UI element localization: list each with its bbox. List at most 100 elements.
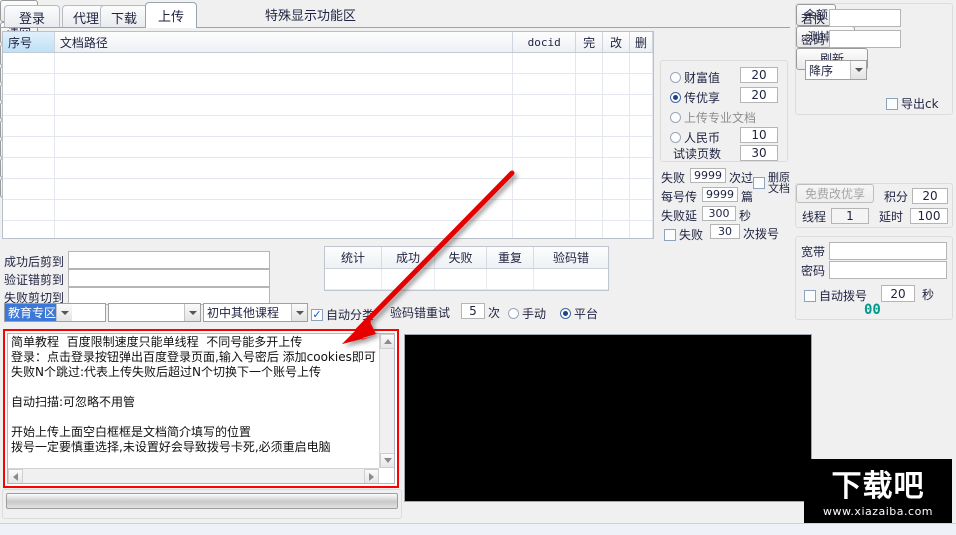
memo-vertical-scrollbar[interactable] bbox=[379, 334, 394, 468]
free-change-youxiang-button[interactable]: 免费改优享 bbox=[796, 184, 874, 203]
table-row[interactable] bbox=[3, 116, 653, 137]
captcha-retry-label: 验码错重试 bbox=[390, 306, 451, 320]
dialup-pass-input[interactable] bbox=[829, 261, 947, 279]
per-account-count-input[interactable]: 9999 bbox=[702, 187, 738, 202]
per-account-suffix: 篇 bbox=[741, 190, 754, 204]
radio-youxiang[interactable]: 传优享 bbox=[670, 89, 720, 106]
application-window: 登录 代理 下载 上传 特殊显示功能区 序号 文档路径 docid 完 改 删 … bbox=[0, 0, 956, 535]
fail-count-input[interactable]: 9999 bbox=[690, 168, 726, 183]
scroll-down-icon[interactable] bbox=[380, 453, 394, 468]
thread-value: 1 bbox=[846, 209, 854, 223]
chevron-down-icon[interactable] bbox=[850, 61, 866, 79]
stats-col-fail[interactable]: 失败 bbox=[435, 247, 487, 268]
fail-delay-input[interactable]: 300 bbox=[702, 206, 736, 221]
preview-pages-input[interactable]: 30 bbox=[740, 145, 778, 161]
tab-download[interactable]: 下载 bbox=[100, 5, 148, 28]
grid-col-path[interactable]: 文档路径 bbox=[55, 32, 514, 52]
auto-dial-box bbox=[804, 289, 816, 302]
stats-table-row[interactable] bbox=[325, 269, 608, 290]
tab-login[interactable]: 登录 bbox=[4, 5, 60, 28]
scroll-left-icon[interactable] bbox=[8, 469, 23, 483]
category-level2-combo[interactable] bbox=[108, 303, 201, 322]
scroll-right-icon[interactable] bbox=[364, 469, 379, 483]
auto-classify-box bbox=[311, 308, 323, 321]
table-row[interactable] bbox=[3, 53, 653, 74]
tutorial-memo-text: 简单教程 百度限制速度只能单线程 不同号能多开上传 登录：点击登录按钮弹出百度登… bbox=[11, 335, 376, 483]
radio-manual-dot bbox=[508, 308, 519, 319]
points-group: 免费改优享 积分 20 线程 1 延时 100 bbox=[795, 183, 953, 228]
log-console[interactable] bbox=[404, 334, 812, 502]
delete-original-checkbox[interactable]: 删原文档 bbox=[753, 172, 798, 194]
auto-dial-input[interactable]: 20 bbox=[881, 285, 915, 302]
grid-col-delete[interactable]: 删 bbox=[630, 32, 653, 52]
table-row[interactable] bbox=[3, 179, 653, 200]
fail-dial-checkbox[interactable]: 失败 bbox=[664, 226, 703, 243]
sort-order-combo[interactable]: 降序 bbox=[805, 60, 867, 80]
radio-professional[interactable]: 上传专业文档 bbox=[670, 109, 756, 126]
wealth-value-input[interactable]: 20 bbox=[740, 67, 778, 83]
ruokuai-group: 若快 余额 密码 降序 测掉线 刷新 导出ck bbox=[795, 3, 953, 115]
radio-rmb[interactable]: 人民币 bbox=[670, 129, 720, 146]
delay-input[interactable]: 100 bbox=[910, 208, 948, 224]
auto-dial-value: 20 bbox=[890, 286, 906, 301]
chevron-down-icon[interactable] bbox=[56, 304, 73, 321]
document-grid[interactable]: 序号 文档路径 docid 完 改 删 bbox=[2, 31, 654, 239]
scroll-up-icon[interactable] bbox=[380, 334, 394, 349]
fail-dial-input[interactable]: 30 bbox=[710, 224, 740, 239]
fail-suffix: 次过 bbox=[729, 171, 754, 185]
category-level3-value: 初中其他课程 bbox=[207, 306, 280, 320]
memo-horizontal-scrollbar[interactable] bbox=[8, 468, 379, 483]
category-level1-value: 教育专区 bbox=[5, 304, 57, 321]
table-row[interactable] bbox=[3, 95, 653, 116]
stats-col-success[interactable]: 成功 bbox=[382, 247, 435, 268]
radio-wealth[interactable]: 财富值 bbox=[670, 69, 720, 86]
success-path-input[interactable] bbox=[68, 251, 270, 269]
radio-manual-label: 手动 bbox=[522, 307, 547, 321]
grid-col-edit[interactable]: 改 bbox=[603, 32, 631, 52]
youxiang-value-input[interactable]: 20 bbox=[740, 87, 778, 103]
ruokuai-pass-input[interactable] bbox=[829, 30, 901, 48]
thread-input[interactable]: 1 bbox=[831, 208, 869, 224]
tutorial-memo[interactable]: 简单教程 百度限制速度只能单线程 不同号能多开上传 登录：点击登录按钮弹出百度登… bbox=[7, 333, 395, 484]
fail-count-text: 9999 bbox=[694, 169, 722, 182]
delete-original-box bbox=[753, 177, 765, 189]
chevron-down-icon[interactable] bbox=[291, 304, 307, 321]
radio-platform-dot bbox=[560, 308, 571, 319]
grid-col-index[interactable]: 序号 bbox=[3, 32, 55, 52]
chevron-down-icon[interactable] bbox=[184, 304, 200, 321]
table-row[interactable] bbox=[3, 137, 653, 158]
table-row[interactable] bbox=[3, 158, 653, 179]
table-row[interactable] bbox=[3, 200, 653, 221]
stats-col-captcha-err[interactable]: 验码错 bbox=[534, 247, 608, 268]
rmb-value-input[interactable]: 10 bbox=[740, 127, 778, 143]
tutorial-memo-highlight: 简单教程 百度限制速度只能单线程 不同号能多开上传 登录：点击登录按钮弹出百度登… bbox=[3, 329, 399, 488]
auto-dial-checkbox[interactable]: 自动拨号 bbox=[804, 287, 867, 304]
radio-youxiang-label: 传优享 bbox=[684, 91, 721, 105]
broadband-input[interactable] bbox=[829, 242, 947, 260]
tab-upload[interactable]: 上传 bbox=[145, 2, 197, 28]
fail-label: 失败 bbox=[661, 171, 686, 185]
bottom-progress-scrollbar[interactable] bbox=[6, 493, 398, 509]
stats-table[interactable]: 统计 成功 失败 重复 验码错 bbox=[324, 246, 609, 291]
stats-col-dup[interactable]: 重复 bbox=[487, 247, 534, 268]
radio-manual[interactable]: 手动 bbox=[508, 305, 546, 322]
grid-col-docid[interactable]: docid bbox=[513, 32, 577, 52]
auto-classify-checkbox[interactable]: 自动分类 bbox=[311, 306, 374, 323]
captcha-path-input[interactable] bbox=[68, 269, 270, 287]
category-level1-combo[interactable]: 教育专区 bbox=[4, 303, 106, 322]
sort-order-value: 降序 bbox=[809, 63, 834, 78]
table-row[interactable] bbox=[3, 74, 653, 95]
captcha-retry-input[interactable]: 5 bbox=[461, 303, 485, 319]
table-row[interactable] bbox=[3, 221, 653, 238]
points-input[interactable]: 20 bbox=[912, 188, 948, 204]
fail-dial-suffix: 次拨号 bbox=[743, 227, 780, 241]
document-grid-body[interactable] bbox=[3, 53, 653, 238]
watermark-title: 下载吧 bbox=[831, 469, 925, 504]
fail-dial-box bbox=[664, 228, 676, 241]
ruokuai-user-input[interactable] bbox=[829, 9, 901, 27]
category-level3-combo[interactable]: 初中其他课程 bbox=[203, 303, 308, 322]
export-ck-checkbox[interactable]: 导出ck bbox=[886, 95, 939, 112]
grid-col-done[interactable]: 完 bbox=[576, 32, 604, 52]
stats-col-total[interactable]: 统计 bbox=[325, 247, 382, 268]
radio-platform[interactable]: 平台 bbox=[560, 305, 598, 322]
